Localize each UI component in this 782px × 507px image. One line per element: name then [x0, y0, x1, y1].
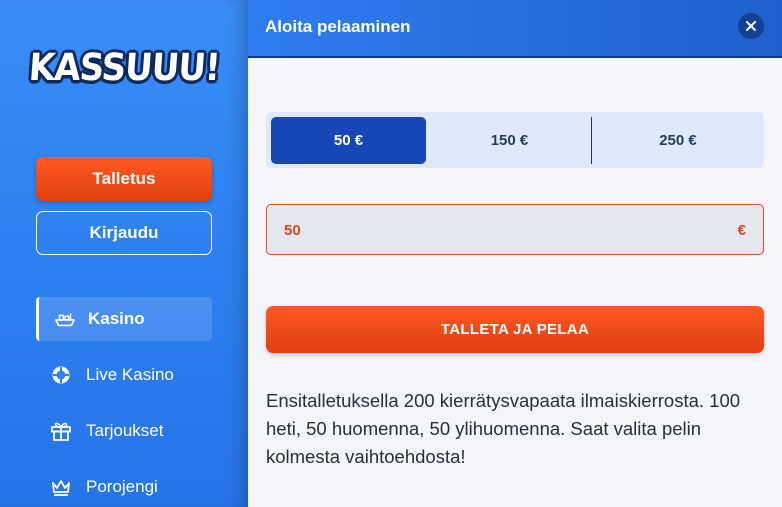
nav-item-live-kasino[interactable]: Live Kasino — [36, 353, 212, 397]
live-casino-icon — [50, 364, 72, 386]
logo-text: KASSUUU! — [27, 46, 221, 90]
amount-input[interactable]: 50 € — [266, 204, 764, 255]
deposit-modal: Aloita pelaaminen 50 € 150 € 250 € 50 € … — [248, 0, 782, 507]
modal-header: Aloita pelaaminen — [248, 0, 782, 58]
casino-boat-icon — [54, 308, 76, 330]
amount-selector: 50 € 150 € 250 € — [266, 112, 764, 168]
nav-item-label: Kasino — [88, 309, 145, 328]
nav-item-label: Tarjoukset — [86, 421, 164, 440]
amount-option-250[interactable]: 250 € — [598, 117, 758, 164]
nav-item-label: Live Kasino — [86, 365, 174, 384]
close-icon — [746, 21, 756, 31]
close-button[interactable] — [738, 13, 764, 39]
deposit-and-play-button[interactable]: TALLETA JA PELAA — [266, 306, 764, 353]
amount-option-150[interactable]: 150 € — [432, 117, 587, 164]
nav-item-porojengi[interactable]: Porojengi — [36, 465, 212, 507]
modal-title: Aloita pelaaminen — [265, 17, 411, 36]
sidebar: KASSUUU! Talletus Kirjaudu Kasino Live K… — [0, 0, 248, 507]
nav-item-tarjoukset[interactable]: Tarjoukset — [36, 409, 212, 453]
nav-item-label: Porojengi — [86, 477, 158, 496]
nav-item-kasino[interactable]: Kasino — [36, 297, 212, 341]
amount-divider — [591, 117, 592, 164]
amount-input-value: 50 — [284, 222, 301, 239]
deposit-button[interactable]: Talletus — [36, 157, 212, 201]
crown-icon — [50, 476, 72, 498]
amount-option-50[interactable]: 50 € — [271, 117, 426, 164]
brand-logo[interactable]: KASSUUU! — [27, 42, 221, 94]
login-button[interactable]: Kirjaudu — [36, 211, 212, 255]
gift-icon — [50, 420, 72, 442]
bonus-info-text: Ensitalletuksella 200 kierrätysvapaata i… — [266, 390, 741, 467]
currency-symbol: € — [737, 222, 746, 239]
